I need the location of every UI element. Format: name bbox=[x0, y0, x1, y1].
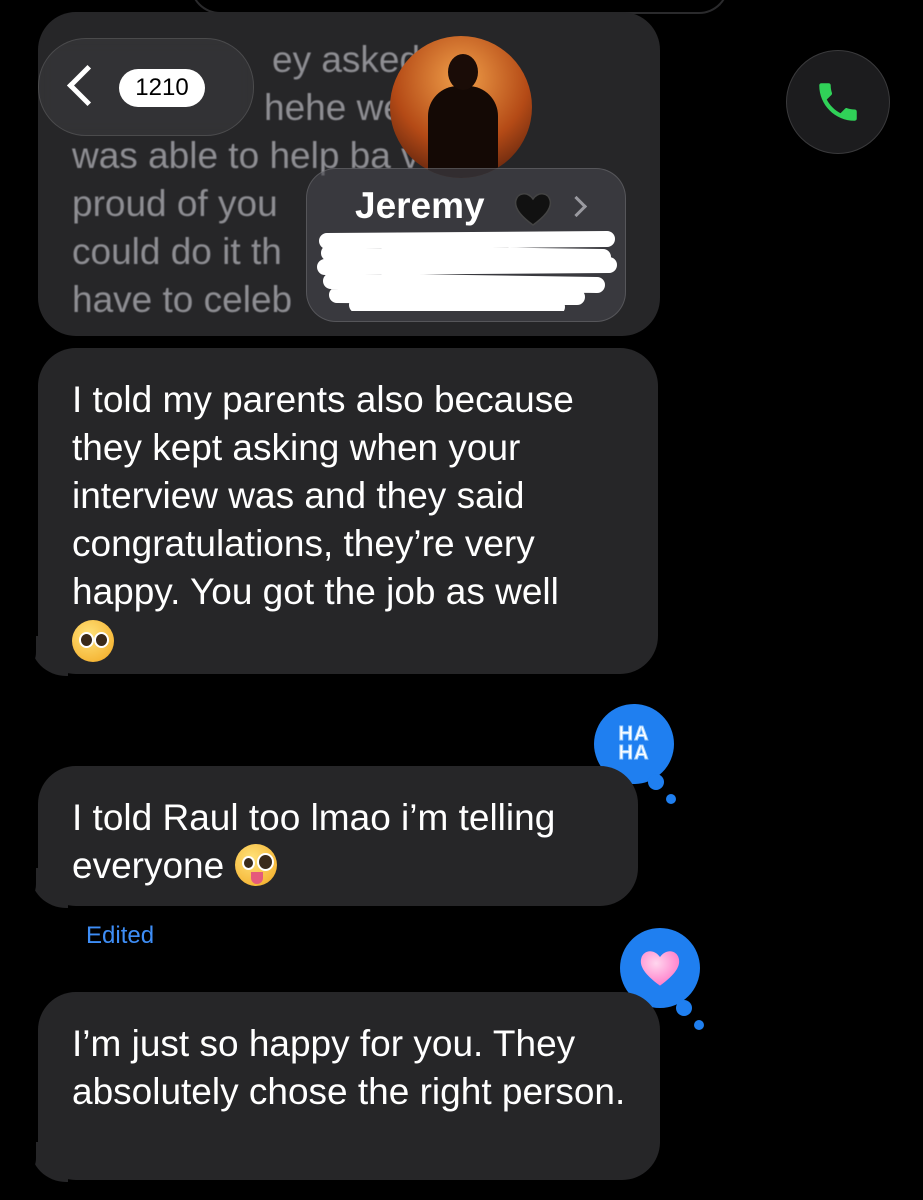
tapback-dot bbox=[666, 794, 676, 804]
avatar-figure bbox=[428, 86, 498, 178]
contact-name-button[interactable]: Jeremy bbox=[306, 168, 626, 322]
zany-face-icon bbox=[234, 844, 277, 886]
message-3-text: I told Raul too lmao i’m telling everyon… bbox=[72, 797, 556, 886]
back-button[interactable]: 1210 bbox=[38, 38, 254, 136]
heart-icon bbox=[640, 951, 680, 986]
tapback-dot bbox=[694, 1020, 704, 1030]
phone-icon bbox=[819, 83, 857, 121]
black-heart-icon bbox=[514, 193, 552, 226]
unread-count-badge: 1210 bbox=[119, 69, 205, 107]
avatar-figure-head bbox=[448, 54, 478, 90]
redaction-scribble bbox=[317, 231, 617, 311]
chevron-right-icon bbox=[565, 195, 588, 218]
pleading-face-icon bbox=[72, 620, 114, 662]
message-2-text: I told my parents also because they kept… bbox=[72, 379, 574, 612]
contact-avatar[interactable] bbox=[390, 36, 532, 178]
call-button[interactable] bbox=[786, 50, 890, 154]
chevron-left-icon bbox=[66, 64, 109, 107]
bubble-tail bbox=[24, 868, 68, 908]
bubble-tail bbox=[24, 636, 68, 676]
contact-name: Jeremy bbox=[355, 185, 485, 226]
tapback-dot bbox=[648, 774, 664, 790]
message-bubble-4[interactable]: I’m just so happy for you. They absolute… bbox=[24, 992, 660, 1182]
bubble-tail bbox=[24, 1142, 68, 1182]
message-bubble-3[interactable]: I told Raul too lmao i’m telling everyon… bbox=[24, 766, 638, 908]
message-4-text: I’m just so happy for you. They absolute… bbox=[72, 1023, 626, 1112]
haha-icon: HA HA bbox=[618, 723, 650, 764]
edited-status[interactable]: Edited bbox=[86, 922, 154, 950]
tapback-dot bbox=[676, 1000, 692, 1016]
message-bubble-2[interactable]: I told my parents also because they kept… bbox=[24, 348, 658, 676]
